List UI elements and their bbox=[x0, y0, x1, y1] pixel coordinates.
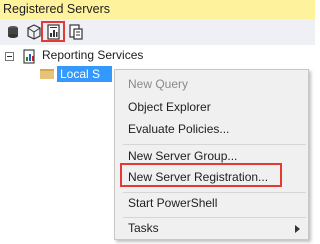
submenu-arrow-icon bbox=[295, 225, 300, 233]
collapse-toggle[interactable] bbox=[5, 52, 14, 61]
menu-item-start-powershell[interactable]: Start PowerShell bbox=[128, 196, 217, 210]
panel-title: Registered Servers bbox=[3, 2, 110, 16]
reporting-services-node-icon bbox=[23, 49, 35, 64]
context-menu: New Query Object Explorer Evaluate Polic… bbox=[114, 69, 309, 240]
menu-gutter bbox=[115, 70, 121, 239]
database-engine-button[interactable] bbox=[4, 23, 22, 41]
menu-item-new-server-group[interactable]: New Server Group... bbox=[128, 149, 237, 163]
menu-separator bbox=[123, 217, 306, 218]
toolbar-highlight-box bbox=[41, 21, 65, 42]
menu-separator bbox=[123, 144, 306, 145]
tree-node-local-server[interactable]: Local S bbox=[57, 66, 112, 82]
menu-separator bbox=[123, 192, 306, 193]
menu-item-tasks[interactable]: Tasks bbox=[128, 221, 159, 235]
menu-highlight-box bbox=[120, 163, 282, 187]
tree-node-label: Local S bbox=[60, 67, 101, 81]
database-engine-icon bbox=[8, 26, 18, 38]
integration-services-button[interactable] bbox=[67, 23, 85, 41]
integration-services-icon bbox=[69, 24, 83, 40]
menu-item-new-query: New Query bbox=[128, 77, 189, 91]
menu-item-evaluate-policies[interactable]: Evaluate Policies... bbox=[128, 122, 229, 136]
folder-icon bbox=[40, 69, 54, 79]
panel-title-bar: Registered Servers bbox=[0, 0, 315, 19]
tree-root-label[interactable]: Reporting Services bbox=[42, 48, 143, 62]
menu-item-object-explorer[interactable]: Object Explorer bbox=[128, 100, 211, 114]
